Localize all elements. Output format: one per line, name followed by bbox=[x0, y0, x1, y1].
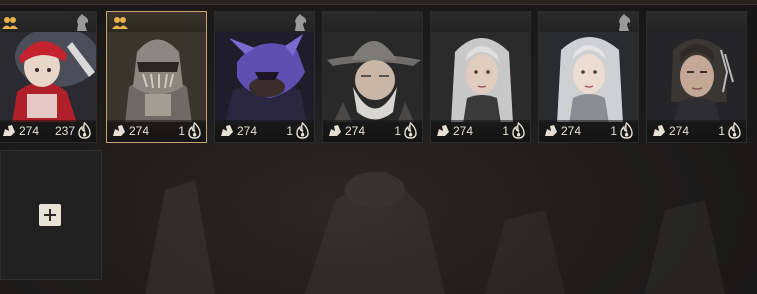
flame-icon bbox=[404, 122, 417, 139]
character-portrait bbox=[323, 32, 422, 122]
slot-info-bar: 274 1 bbox=[107, 120, 206, 142]
gear-score-icon bbox=[653, 125, 665, 136]
slot-header bbox=[431, 12, 530, 32]
character-portrait bbox=[431, 32, 530, 122]
gear-score-icon bbox=[329, 125, 341, 136]
knight-icon bbox=[619, 14, 631, 31]
plus-icon bbox=[44, 209, 56, 221]
gear-score-icon bbox=[545, 125, 557, 136]
gear-score-icon bbox=[437, 125, 449, 136]
character-slot-6[interactable]: 274 1 bbox=[538, 11, 639, 143]
character-level: 1 bbox=[718, 124, 725, 138]
character-level: 1 bbox=[502, 124, 509, 138]
gear-score: 274 bbox=[345, 124, 366, 138]
top-frame-line bbox=[0, 0, 757, 5]
knight-icon bbox=[77, 14, 89, 31]
gear-score: 274 bbox=[453, 124, 474, 138]
character-slot-1[interactable]: 274 237 bbox=[0, 11, 97, 143]
character-slot-3[interactable]: 274 1 bbox=[214, 11, 315, 143]
gear-score: 274 bbox=[129, 124, 150, 138]
gear-score: 274 bbox=[669, 124, 690, 138]
gear-score-icon bbox=[113, 125, 125, 136]
character-level: 237 bbox=[54, 124, 75, 138]
flame-icon bbox=[728, 122, 741, 139]
slot-info-bar: 274 1 bbox=[323, 120, 422, 142]
character-level: 1 bbox=[610, 124, 617, 138]
character-slot-4[interactable]: 274 1 bbox=[322, 11, 423, 143]
knight-icon bbox=[295, 14, 307, 31]
character-portrait bbox=[215, 32, 314, 122]
flame-icon bbox=[78, 122, 91, 139]
character-level: 1 bbox=[178, 124, 185, 138]
gear-score: 274 bbox=[237, 124, 258, 138]
slot-info-bar: 274 1 bbox=[647, 120, 746, 142]
gear-score: 274 bbox=[561, 124, 582, 138]
character-portrait bbox=[647, 32, 746, 122]
character-slot-2[interactable]: 274 1 bbox=[106, 11, 207, 143]
flame-icon bbox=[188, 122, 201, 139]
slot-info-bar: 274 1 bbox=[431, 120, 530, 142]
slot-header bbox=[323, 12, 422, 32]
group-badge-icon bbox=[2, 17, 18, 29]
add-character-slot[interactable] bbox=[0, 150, 102, 280]
gear-score-icon bbox=[3, 125, 15, 136]
character-slot-7[interactable]: 274 1 bbox=[646, 11, 747, 143]
flame-icon bbox=[296, 122, 309, 139]
gear-score-icon bbox=[221, 125, 233, 136]
slot-info-bar: 274 237 bbox=[0, 120, 96, 142]
character-portrait bbox=[539, 32, 638, 122]
group-badge-icon bbox=[112, 17, 128, 29]
character-level: 1 bbox=[394, 124, 401, 138]
flame-icon bbox=[512, 122, 525, 139]
character-portrait bbox=[107, 32, 206, 122]
add-character-button[interactable] bbox=[39, 204, 61, 226]
character-portrait bbox=[0, 32, 96, 122]
gear-score: 274 bbox=[19, 124, 40, 138]
character-slot-5[interactable]: 274 1 bbox=[430, 11, 531, 143]
slot-info-bar: 274 1 bbox=[215, 120, 314, 142]
slot-info-bar: 274 1 bbox=[539, 120, 638, 142]
character-level: 1 bbox=[286, 124, 293, 138]
flame-icon bbox=[620, 122, 633, 139]
background-scene bbox=[145, 170, 725, 294]
slot-header bbox=[647, 12, 746, 32]
